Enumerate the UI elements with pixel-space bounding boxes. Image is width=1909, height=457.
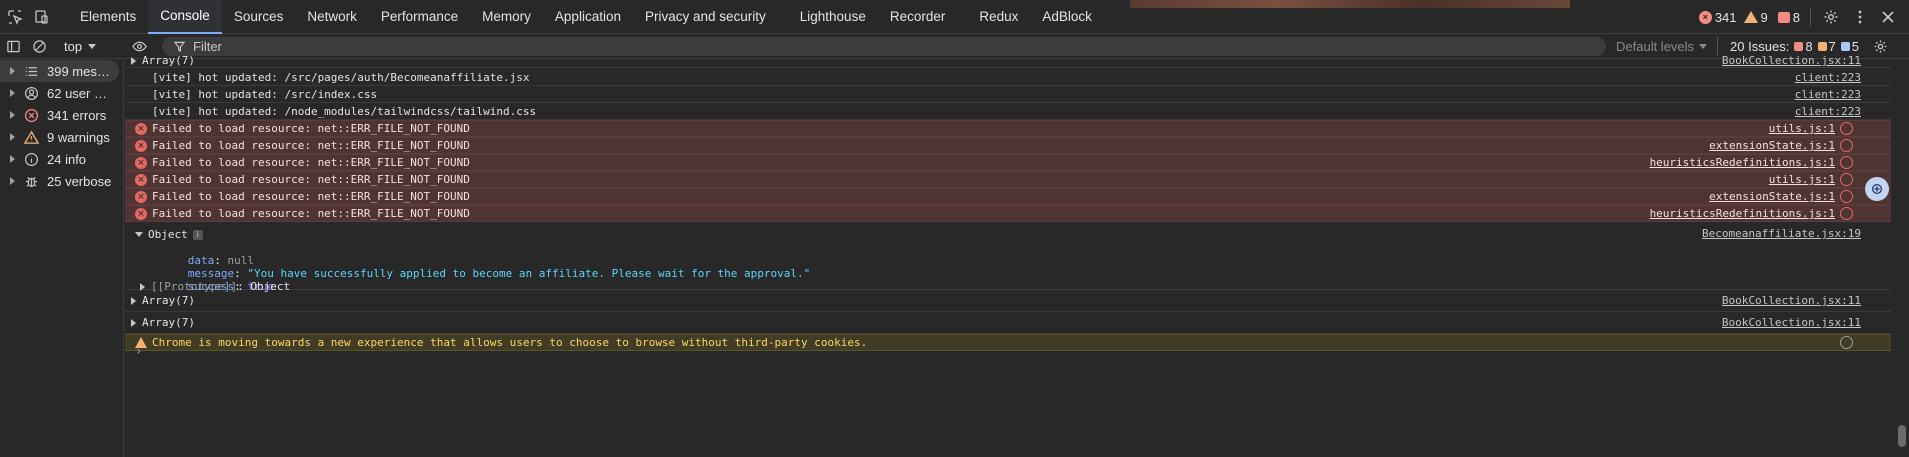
tab-privacy-and-security[interactable]: Privacy and security — [633, 0, 778, 34]
sidebar-item-label: 9 warnings — [47, 129, 110, 145]
issue-warning-count: 7 — [1828, 38, 1836, 54]
bug-icon — [23, 173, 39, 189]
tab-application[interactable]: Application — [543, 0, 633, 34]
warning-icon — [23, 129, 39, 145]
settings-gear-icon[interactable] — [1821, 0, 1841, 34]
devtools-tabbar: Elements Console Sources Network Perform… — [0, 0, 1909, 34]
warning-count: 9 — [1760, 9, 1768, 25]
device-toolbar-icon[interactable] — [28, 0, 54, 34]
issue-counter[interactable]: 8 — [1777, 9, 1800, 25]
issues-button[interactable]: 20 Issues: 8 7 5 — [1730, 39, 1859, 54]
tab-console[interactable]: Console — [148, 0, 222, 34]
issue-info-icon — [1840, 41, 1850, 51]
expand-arrow-icon — [10, 155, 15, 163]
tab-redux[interactable]: Redux — [967, 0, 1030, 34]
log-row-array[interactable]: Array(7) BookCollection.jsx:11 — [125, 312, 1891, 334]
log-message: Array(7) — [142, 316, 195, 329]
console-prompt[interactable]: › — [135, 344, 142, 358]
chevron-down-icon — [88, 43, 97, 49]
issue-warning-icon — [1817, 41, 1827, 51]
error-icon: × — [1698, 10, 1712, 24]
console-messages-lower: Array(7) BookCollection.jsx:11 Array(7) … — [125, 60, 1891, 457]
tab-network[interactable]: Network — [295, 0, 369, 34]
clear-console-icon[interactable] — [26, 34, 52, 59]
sidebar-item-messages[interactable]: 399 mes… — [0, 60, 119, 82]
issue-flag-icon — [1777, 11, 1790, 23]
log-levels-label: Default levels — [1616, 38, 1695, 54]
log-message: Chrome is moving towards a new experienc… — [152, 336, 868, 349]
expand-arrow-icon — [10, 111, 15, 119]
sidebar-item-errors[interactable]: 341 errors — [0, 104, 123, 126]
scrollbar-thumb[interactable] — [1898, 425, 1906, 447]
sidebar-item-label: 399 mes… — [47, 63, 110, 79]
filter-funnel-icon — [174, 41, 185, 52]
list-icon — [23, 63, 39, 79]
page-background-strip — [1130, 0, 1570, 8]
tab-sources[interactable]: Sources — [222, 0, 296, 34]
sidebar-item-warnings[interactable]: 9 warnings — [0, 126, 123, 148]
expand-arrow-icon — [10, 89, 15, 97]
log-row-array[interactable]: Array(7) BookCollection.jsx:11 — [125, 290, 1891, 312]
tab-elements[interactable]: Elements — [68, 0, 148, 34]
issue-flag-count: 8 — [1792, 9, 1800, 25]
issues-label: 20 Issues: — [1730, 38, 1790, 54]
divider — [1717, 37, 1719, 55]
error-icon — [23, 107, 39, 123]
expand-arrow-icon[interactable] — [131, 318, 136, 327]
understand-message-icon[interactable] — [1840, 336, 1853, 349]
info-icon — [23, 151, 39, 167]
tab-performance[interactable]: Performance — [369, 0, 470, 34]
tab-adblock[interactable]: AdBlock — [1030, 0, 1104, 34]
sidebar-item-verbose[interactable]: 25 verbose — [0, 170, 123, 192]
expand-arrow-icon — [10, 133, 15, 141]
context-label: top — [64, 38, 83, 54]
expand-arrow-icon — [10, 67, 15, 75]
sidebar-item-user-messages[interactable]: 62 user … — [0, 82, 123, 104]
issue-error-icon — [1794, 41, 1804, 51]
context-selector[interactable]: top — [64, 39, 126, 54]
sidebar-item-info[interactable]: 24 info — [0, 148, 123, 170]
close-icon[interactable] — [1879, 0, 1897, 34]
more-options-icon[interactable] — [1851, 0, 1869, 34]
expand-arrow-icon[interactable] — [131, 296, 136, 305]
sidebar-item-label: 62 user … — [47, 85, 107, 101]
log-source-link[interactable]: BookCollection.jsx:11 — [1722, 294, 1861, 307]
tabbar-right-controls: × 341 9 8 — [1698, 0, 1897, 34]
inspect-element-icon[interactable] — [2, 0, 28, 34]
error-count: 341 — [1714, 9, 1737, 25]
issue-error-count: 8 — [1805, 38, 1813, 54]
tab-lighthouse[interactable]: Lighthouse — [788, 0, 878, 34]
tab-recorder[interactable]: Recorder — [878, 0, 958, 34]
sidebar-item-label: 341 errors — [47, 107, 107, 123]
expand-arrow-icon — [10, 177, 15, 185]
warning-icon — [1743, 11, 1758, 23]
panel-tabs: Elements Console Sources Network Perform… — [68, 0, 1104, 34]
tab-memory[interactable]: Memory — [470, 0, 543, 34]
chevron-down-icon — [1699, 43, 1708, 49]
error-counter[interactable]: × 341 9 — [1698, 9, 1768, 25]
filter-input[interactable]: Filter — [162, 36, 1606, 56]
filter-placeholder: Filter — [193, 38, 222, 54]
divider — [1810, 8, 1811, 26]
console-sidebar: 399 mes… 62 user … 341 errors 9 warnings… — [0, 60, 124, 457]
log-source-link[interactable]: BookCollection.jsx:11 — [1722, 316, 1861, 329]
issue-info-count: 5 — [1851, 38, 1860, 54]
log-levels-dropdown[interactable]: Default levels — [1616, 38, 1708, 54]
sidebar-item-label: 25 verbose — [47, 173, 112, 189]
sidebar-item-label: 24 info — [47, 151, 87, 167]
ai-assistance-icon[interactable] — [1865, 177, 1889, 201]
log-message: Array(7) — [142, 294, 195, 307]
console-scrollbar[interactable] — [1893, 60, 1909, 457]
sidebar-toggle-icon[interactable] — [0, 34, 26, 59]
user-icon — [23, 85, 39, 101]
log-row-warning: Chrome is moving towards a new experienc… — [125, 334, 1891, 351]
